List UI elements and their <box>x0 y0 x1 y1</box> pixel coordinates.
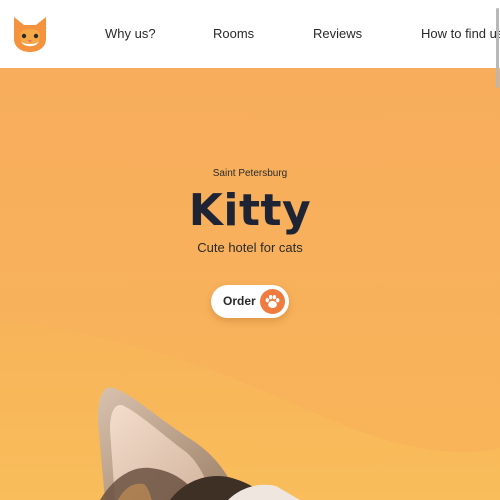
paw-icon <box>260 289 285 314</box>
cat-ear-photo <box>97 387 300 500</box>
site-header: Why us? Rooms Reviews How to find us <box>0 0 500 68</box>
nav-link-rooms[interactable]: Rooms <box>213 26 254 42</box>
scrollbar[interactable] <box>494 0 500 500</box>
scrollbar-thumb[interactable] <box>496 8 499 88</box>
order-button-label: Order <box>223 294 256 308</box>
nav-link-reviews[interactable]: Reviews <box>313 26 362 42</box>
hero-city: Saint Petersburg <box>212 168 288 179</box>
order-button[interactable]: Order <box>211 285 289 318</box>
page: Why us? Rooms Reviews How to find us Sai… <box>0 0 500 500</box>
nav-link-why-us[interactable]: Why us? <box>105 26 156 42</box>
hero-subtitle: Cute hotel for cats <box>197 240 303 255</box>
nav-link-how-to-find-us[interactable]: How to find us <box>421 26 500 42</box>
cat-face-icon[interactable] <box>11 15 49 53</box>
hero-section: Saint Petersburg Kitty Cute hotel for ca… <box>0 68 500 500</box>
hero-title: Kitty <box>188 185 312 236</box>
